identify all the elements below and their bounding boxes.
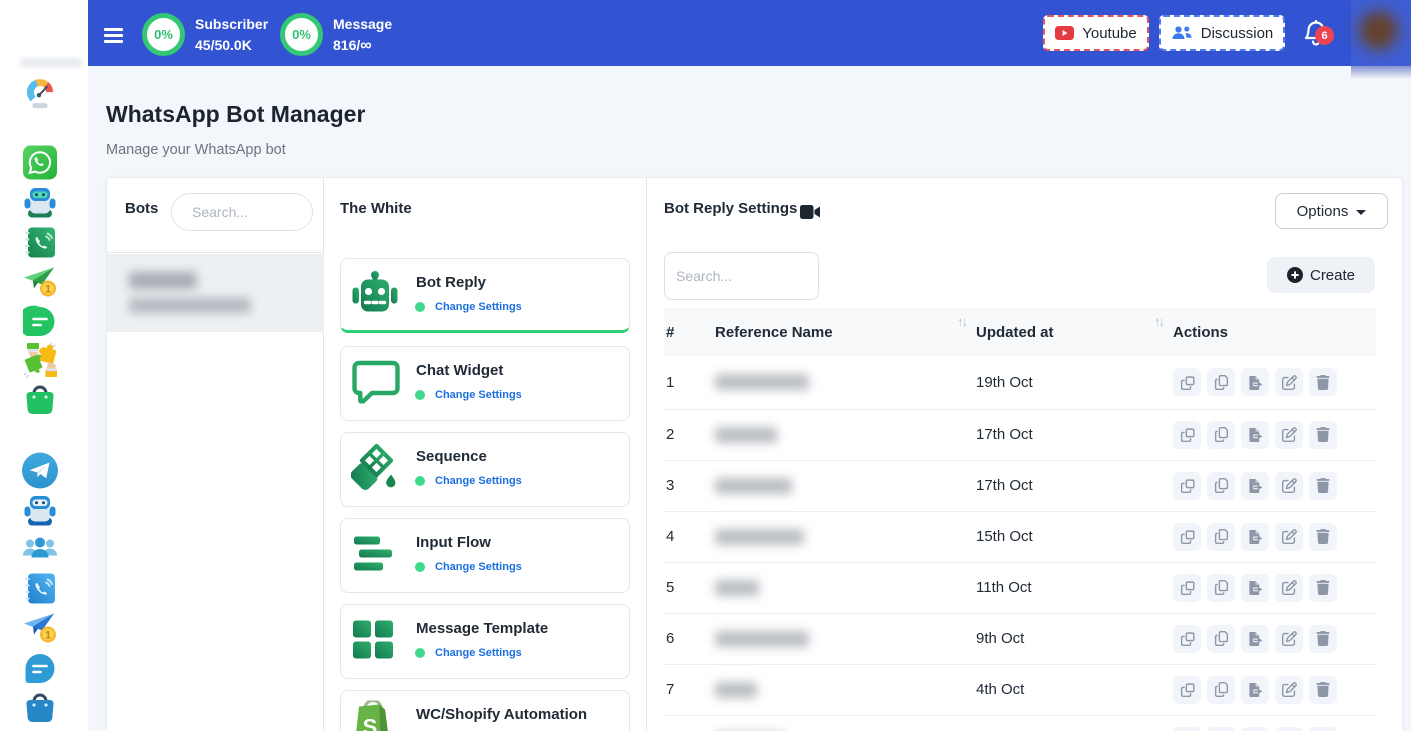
svg-text:1: 1 [45, 630, 51, 642]
svg-text:1: 1 [45, 284, 51, 296]
svg-text:S: S [363, 715, 378, 731]
